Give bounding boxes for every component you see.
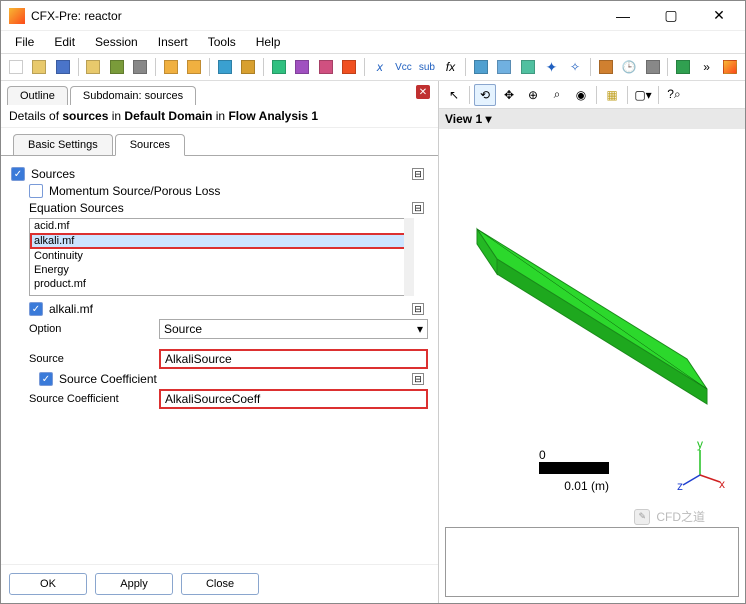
menu-help[interactable]: Help xyxy=(248,33,289,51)
listbox-scrollbar[interactable] xyxy=(404,218,414,296)
iso-icon[interactable] xyxy=(517,56,539,78)
scale-bar: 0 0.01 (m) xyxy=(539,448,609,493)
flow-icon[interactable] xyxy=(292,56,314,78)
menu-bar: File Edit Session Insert Tools Help xyxy=(1,31,745,53)
source-coeff-label: Source Coefficient xyxy=(29,393,159,405)
save-icon[interactable] xyxy=(52,56,74,78)
config-icon[interactable] xyxy=(642,56,664,78)
list-item[interactable]: Continuity xyxy=(30,249,413,263)
menu-file[interactable]: File xyxy=(7,33,42,51)
graph-icon[interactable] xyxy=(470,56,492,78)
view-mode-icon[interactable]: ▢▾ xyxy=(632,84,654,106)
new-icon[interactable] xyxy=(5,56,27,78)
app-icon xyxy=(9,8,25,24)
menu-edit[interactable]: Edit xyxy=(46,33,83,51)
menu-insert[interactable]: Insert xyxy=(150,33,196,51)
flame-icon[interactable] xyxy=(339,56,361,78)
sources-label: Sources xyxy=(31,167,75,181)
watermark-icon: ✎ xyxy=(634,509,650,525)
list-item-selected[interactable]: alkali.mf xyxy=(30,233,413,249)
tree-icon[interactable] xyxy=(83,56,105,78)
settings-icon[interactable] xyxy=(595,56,617,78)
rotate-icon[interactable]: ⟲ xyxy=(474,84,496,106)
eq-sources-collapse-icon[interactable]: ⊟ xyxy=(412,202,424,214)
source-label: Source xyxy=(29,353,159,365)
close-dialog-button[interactable]: Close xyxy=(181,573,259,595)
thermal-icon[interactable] xyxy=(315,56,337,78)
z-axis-label: z xyxy=(677,479,683,490)
alkali-collapse-icon[interactable]: ⊟ xyxy=(412,303,424,315)
list-item[interactable]: product.mf xyxy=(30,277,413,291)
domain-icon[interactable] xyxy=(268,56,290,78)
run-icon[interactable] xyxy=(672,56,694,78)
y-axis-label: y xyxy=(697,440,703,451)
zoom-in-icon[interactable]: ⊕ xyxy=(522,84,544,106)
fit-icon[interactable]: ◉ xyxy=(570,84,592,106)
select-icon[interactable]: ▦ xyxy=(601,84,623,106)
clock-icon[interactable]: 🕒 xyxy=(618,56,640,78)
coeff-collapse-icon[interactable]: ⊟ xyxy=(412,373,424,385)
ok-button[interactable]: OK xyxy=(9,573,87,595)
option-select[interactable]: Source▾ xyxy=(159,319,428,339)
viewport-3d[interactable]: 0 0.01 (m) y x z xyxy=(439,129,745,603)
option-label: Option xyxy=(29,323,159,335)
var-icon[interactable]: x xyxy=(369,56,391,78)
message-output xyxy=(445,527,739,597)
watermark: ✎ CFD之道 xyxy=(634,508,705,525)
sub-icon[interactable]: sub xyxy=(416,56,438,78)
x-axis-label: x xyxy=(719,477,725,490)
apply-button[interactable]: Apply xyxy=(95,573,173,595)
chevron-down-icon: ▾ xyxy=(417,322,423,336)
momentum-checkbox[interactable] xyxy=(29,184,43,198)
plane-icon[interactable] xyxy=(494,56,516,78)
source-input[interactable]: AlkaliSource xyxy=(159,349,428,369)
list-item[interactable]: acid.mf xyxy=(30,219,413,233)
grid-icon[interactable] xyxy=(106,56,128,78)
solver-icon[interactable] xyxy=(719,56,741,78)
tab-close-icon[interactable]: ✕ xyxy=(416,85,430,99)
sources-checkbox[interactable]: ✓ xyxy=(11,167,25,181)
tab-basic-settings[interactable]: Basic Settings xyxy=(13,134,113,156)
point-icon[interactable]: ✧ xyxy=(564,56,586,78)
axis-triad: y x z xyxy=(675,440,725,493)
tab-subdomain[interactable]: Subdomain: sources xyxy=(70,86,196,105)
source-coeff-input[interactable]: AlkaliSourceCoeff xyxy=(159,389,428,409)
viewer-toolbar: ↖ ⟲ ✥ ⊕ ⌕ ◉ ▦ ▢▾ ?⌕ xyxy=(439,81,745,109)
equation-sources-label: Equation Sources xyxy=(29,201,124,215)
zoom-box-icon[interactable]: ⌕ xyxy=(546,84,568,106)
close-button[interactable]: ✕ xyxy=(701,2,737,30)
fx-icon[interactable]: fx xyxy=(440,56,462,78)
details-header: Details of sources in Default Domain in … xyxy=(1,105,438,128)
tab-outline[interactable]: Outline xyxy=(7,86,68,105)
box-icon[interactable] xyxy=(238,56,260,78)
alkali-label: alkali.mf xyxy=(49,302,93,316)
plus-icon[interactable]: ✦ xyxy=(541,56,563,78)
redo-icon[interactable] xyxy=(184,56,206,78)
mesh-icon[interactable] xyxy=(214,56,236,78)
sources-collapse-icon[interactable]: ⊟ xyxy=(412,168,424,180)
source-coeff-check-label: Source Coefficient xyxy=(59,372,157,386)
open-icon[interactable] xyxy=(29,56,51,78)
minimize-button[interactable]: — xyxy=(605,2,641,30)
cursor-icon[interactable]: ↖ xyxy=(443,84,465,106)
camera-icon[interactable] xyxy=(130,56,152,78)
help-icon[interactable]: ?⌕ xyxy=(663,84,685,106)
alkali-checkbox[interactable]: ✓ xyxy=(29,302,43,316)
undo-icon[interactable] xyxy=(160,56,182,78)
list-item[interactable]: Energy xyxy=(30,263,413,277)
menu-session[interactable]: Session xyxy=(87,33,146,51)
main-toolbar: x Vcc sub fx ✦ ✧ 🕒 » xyxy=(1,53,745,81)
view-tab[interactable]: View 1 ▾ xyxy=(445,112,492,126)
menu-tools[interactable]: Tools xyxy=(200,33,244,51)
equation-sources-listbox[interactable]: acid.mf alkali.mf Continuity Energy prod… xyxy=(29,218,414,296)
window-title: CFX-Pre: reactor xyxy=(31,9,605,23)
maximize-button[interactable]: ▢ xyxy=(653,2,689,30)
tab-sources[interactable]: Sources xyxy=(115,134,185,156)
source-coeff-checkbox[interactable]: ✓ xyxy=(39,372,53,386)
more-icon[interactable]: » xyxy=(696,56,718,78)
pan-icon[interactable]: ✥ xyxy=(498,84,520,106)
momentum-label: Momentum Source/Porous Loss xyxy=(49,184,220,198)
vcc-icon[interactable]: Vcc xyxy=(393,56,415,78)
